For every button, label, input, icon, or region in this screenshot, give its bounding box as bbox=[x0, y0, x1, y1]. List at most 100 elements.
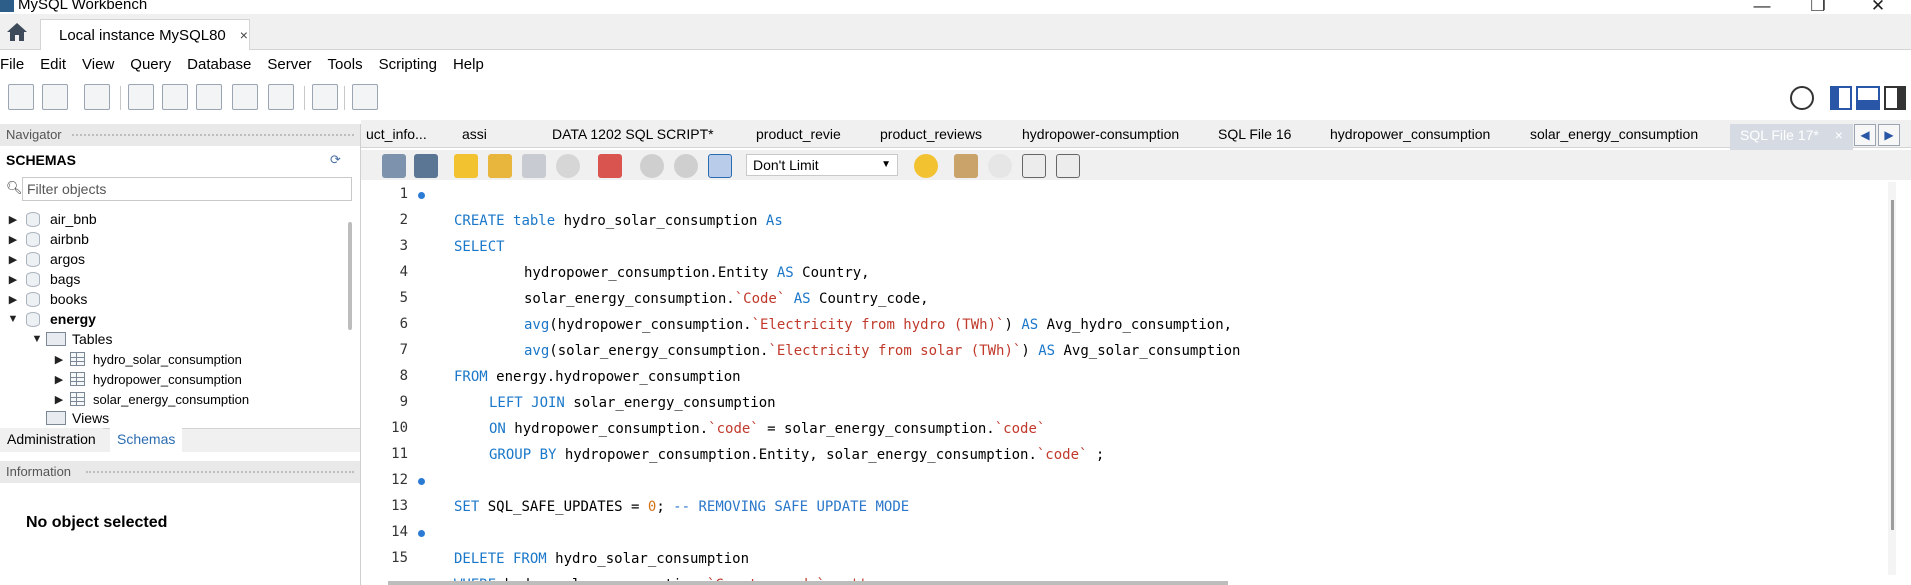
schema-item-books[interactable]: ▶ books bbox=[6, 289, 88, 309]
expand-arrow-icon[interactable]: ▶ bbox=[52, 373, 66, 386]
menu-server[interactable]: Server bbox=[259, 56, 319, 73]
toggle-sidebar-icon[interactable] bbox=[1830, 86, 1852, 110]
editor-scroll-thumb[interactable] bbox=[1891, 200, 1894, 530]
code-line-2[interactable]: SELECT bbox=[368, 208, 505, 255]
panel-divider[interactable] bbox=[360, 124, 361, 585]
menu-tools[interactable]: Tools bbox=[320, 56, 371, 73]
collapse-arrow-icon[interactable]: ▼ bbox=[6, 313, 20, 325]
add-snippet-icon[interactable] bbox=[914, 154, 938, 178]
editor-tab-active[interactable]: SQL File 17* × bbox=[1730, 124, 1853, 150]
editor-horizontal-scrollbar[interactable] bbox=[388, 581, 1228, 585]
editor-tab[interactable]: product_revie bbox=[756, 124, 841, 148]
connection-tab[interactable]: Local instance MySQL80 × bbox=[40, 19, 250, 50]
word-wrap-icon[interactable] bbox=[1056, 154, 1080, 178]
expand-arrow-icon[interactable]: ▶ bbox=[6, 293, 20, 306]
execute-icon[interactable] bbox=[454, 154, 478, 178]
code-line-9[interactable]: ON hydropower_consumption.`code` = solar… bbox=[368, 390, 1045, 437]
find-icon[interactable] bbox=[988, 154, 1012, 178]
settings-icon[interactable] bbox=[1790, 86, 1814, 110]
code-line-4[interactable]: solar_energy_consumption.`Code` AS Count… bbox=[368, 260, 929, 307]
create-function-icon[interactable] bbox=[268, 84, 294, 110]
editor-tab[interactable]: hydropower-consumption bbox=[1022, 124, 1179, 148]
expand-arrow-icon[interactable]: ▶ bbox=[52, 353, 66, 366]
code-line-6[interactable]: avg(solar_energy_consumption.`Electricit… bbox=[368, 312, 1240, 359]
code-line-3[interactable]: hydropower_consumption.Entity AS Country… bbox=[368, 234, 870, 281]
beautify-icon[interactable] bbox=[954, 154, 978, 178]
tab-administration[interactable]: Administration bbox=[0, 428, 103, 452]
tab-scroll-right-icon[interactable]: ▶ bbox=[1878, 124, 1900, 146]
code-line-7[interactable]: FROM energy.hydropower_consumption bbox=[368, 338, 741, 385]
close-window-button[interactable]: ✕ bbox=[1860, 0, 1896, 15]
code-line-8[interactable]: LEFT JOIN solar_energy_consumption bbox=[368, 364, 776, 411]
new-sql-tab-icon[interactable] bbox=[8, 84, 34, 110]
open-file-icon[interactable] bbox=[382, 154, 406, 178]
editor-tab[interactable]: DATA 1202 SQL SCRIPT* bbox=[552, 124, 714, 148]
execute-current-icon[interactable] bbox=[488, 154, 512, 178]
reconnect-icon[interactable] bbox=[352, 84, 378, 110]
menu-query[interactable]: Query bbox=[122, 56, 179, 73]
inspector-icon[interactable] bbox=[84, 84, 110, 110]
menu-database[interactable]: Database bbox=[179, 56, 259, 73]
navigator-scrollbar[interactable] bbox=[348, 222, 352, 330]
toggle-error-continue-icon[interactable] bbox=[598, 154, 622, 178]
refresh-icon[interactable]: ⟳ bbox=[330, 152, 341, 168]
maximize-button[interactable]: ❐ bbox=[1800, 0, 1836, 15]
code-line-1[interactable]: CREATE table hydro_solar_consumption As bbox=[368, 182, 783, 229]
home-tab[interactable] bbox=[0, 14, 34, 50]
expand-arrow-icon[interactable]: ▶ bbox=[52, 393, 66, 406]
editor-tab[interactable]: SQL File 16 bbox=[1218, 124, 1291, 148]
schema-item-air-bnb[interactable]: ▶ air_bnb bbox=[6, 209, 97, 229]
tables-folder[interactable]: ▼ Tables bbox=[30, 329, 113, 349]
schema-item-airbnb[interactable]: ▶ airbnb bbox=[6, 229, 89, 249]
editor-tab[interactable]: uct_info... bbox=[366, 124, 427, 148]
editor-tab[interactable]: hydropower_consumption bbox=[1330, 124, 1490, 148]
table-item-hydro-solar-consumption[interactable]: ▶ hydro_solar_consumption bbox=[52, 349, 242, 369]
tab-scroll-left-icon[interactable]: ◀ bbox=[1854, 124, 1876, 146]
search-table-data-icon[interactable] bbox=[312, 84, 338, 110]
schema-item-bags[interactable]: ▶ bags bbox=[6, 269, 81, 289]
create-schema-icon[interactable] bbox=[128, 84, 154, 110]
views-folder[interactable]: Views bbox=[44, 408, 109, 428]
expand-arrow-icon[interactable]: ▶ bbox=[6, 253, 20, 266]
menu-file[interactable]: File bbox=[0, 56, 32, 73]
close-tab-icon[interactable]: × bbox=[1835, 127, 1843, 143]
explain-icon[interactable] bbox=[522, 154, 546, 178]
editor-tab[interactable]: assi bbox=[462, 124, 487, 148]
table-item-solar-energy-consumption[interactable]: ▶ solar_energy_consumption bbox=[52, 389, 249, 409]
code-line-5[interactable]: avg(hydropower_consumption.`Electricity … bbox=[368, 286, 1232, 333]
editor-tab[interactable]: solar_energy_consumption bbox=[1530, 124, 1698, 148]
create-procedure-icon[interactable] bbox=[232, 84, 258, 110]
menu-help[interactable]: Help bbox=[445, 56, 492, 73]
create-view-icon[interactable] bbox=[196, 84, 222, 110]
code-line-10[interactable]: GROUP BY hydropower_consumption.Entity, … bbox=[368, 416, 1104, 463]
minimize-button[interactable]: — bbox=[1744, 0, 1780, 15]
rollback-icon[interactable] bbox=[674, 154, 698, 178]
menu-view[interactable]: View bbox=[74, 56, 122, 73]
code-line-14[interactable]: DELETE FROM hydro_solar_consumption bbox=[368, 520, 749, 567]
invisible-chars-icon[interactable] bbox=[1022, 154, 1046, 178]
commit-icon[interactable] bbox=[640, 154, 664, 178]
autocommit-icon[interactable] bbox=[708, 154, 732, 178]
close-tab-icon[interactable]: × bbox=[240, 27, 248, 43]
toggle-output-icon[interactable] bbox=[1856, 86, 1880, 110]
code-line-15[interactable]: WHERE hydro_solar_consumption.`Country_c… bbox=[368, 546, 875, 585]
create-table-icon[interactable] bbox=[162, 84, 188, 110]
menu-edit[interactable]: Edit bbox=[32, 56, 74, 73]
filter-objects-input[interactable]: Filter objects bbox=[22, 177, 352, 201]
menu-scripting[interactable]: Scripting bbox=[371, 56, 445, 73]
schema-item-energy[interactable]: ▼ energy bbox=[6, 309, 96, 329]
open-sql-script-icon[interactable] bbox=[42, 84, 68, 110]
toggle-secondary-sidebar-icon[interactable] bbox=[1884, 86, 1906, 110]
stop-icon[interactable] bbox=[556, 154, 580, 178]
schema-item-argos[interactable]: ▶ argos bbox=[6, 249, 85, 269]
expand-arrow-icon[interactable]: ▶ bbox=[6, 273, 20, 286]
collapse-arrow-icon[interactable]: ▼ bbox=[30, 333, 44, 345]
expand-arrow-icon[interactable]: ▶ bbox=[6, 213, 20, 226]
save-icon[interactable] bbox=[414, 154, 438, 178]
editor-tab[interactable]: product_reviews bbox=[880, 124, 982, 148]
expand-arrow-icon[interactable]: ▶ bbox=[6, 233, 20, 246]
table-item-hydropower-consumption[interactable]: ▶ hydropower_consumption bbox=[52, 369, 242, 389]
limit-rows-select[interactable]: Don't Limit ▼ bbox=[746, 154, 898, 176]
tab-schemas[interactable]: Schemas bbox=[110, 428, 183, 452]
code-line-12[interactable]: SET SQL_SAFE_UPDATES = 0; -- REMOVING SA… bbox=[368, 468, 909, 515]
